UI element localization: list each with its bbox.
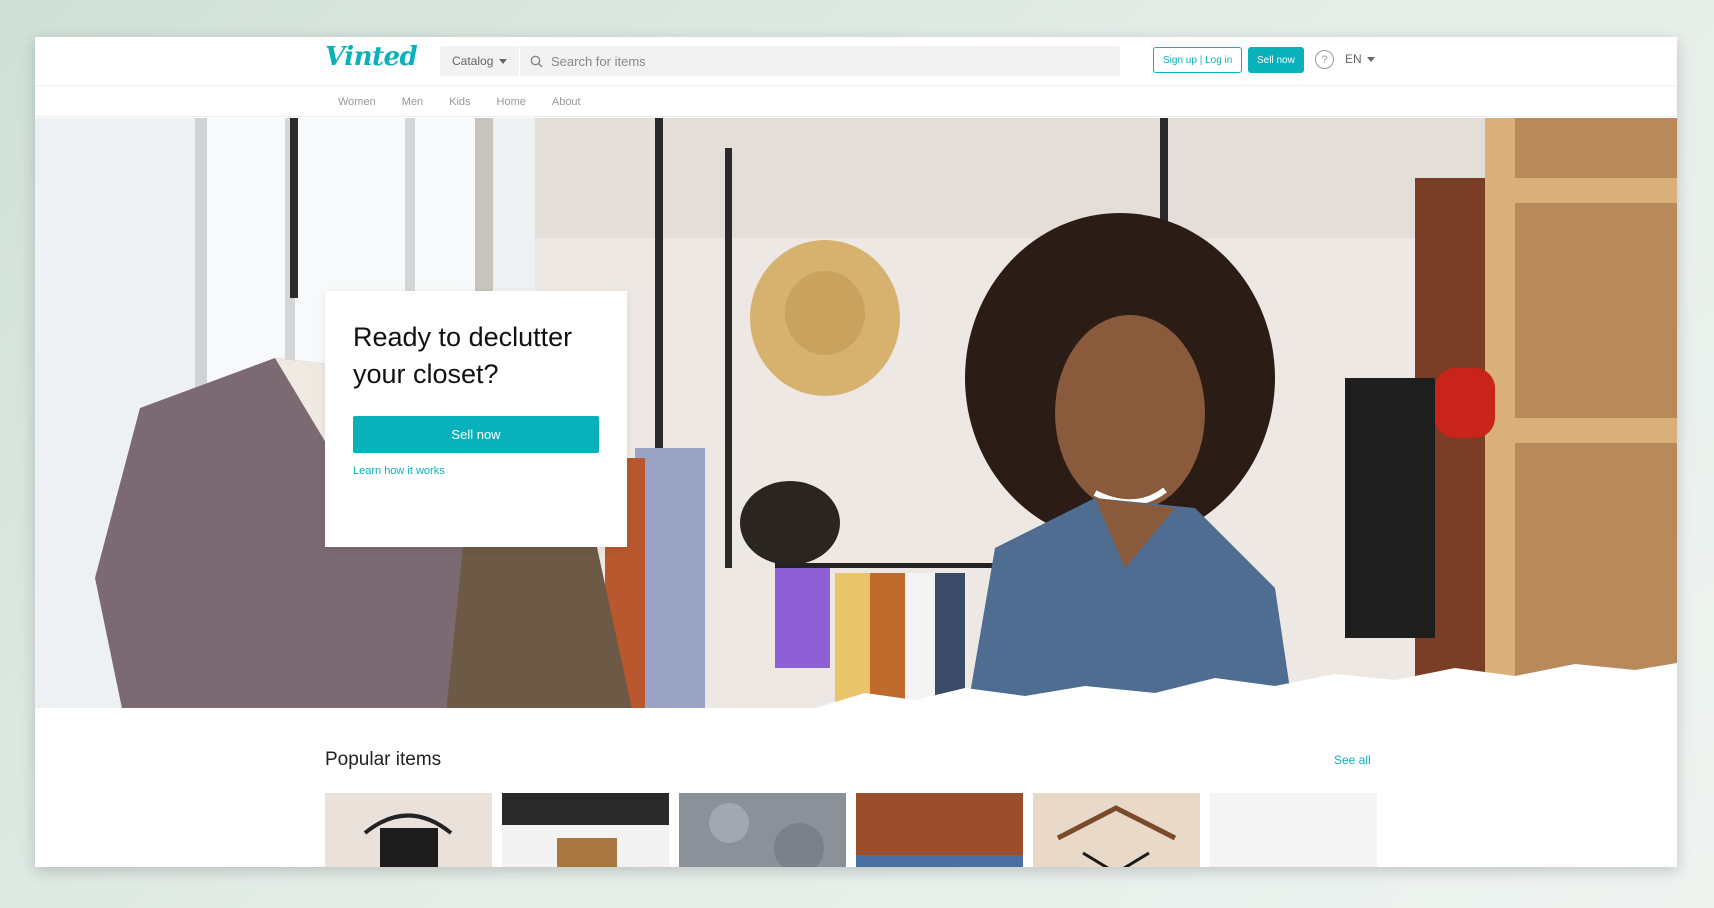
catalog-dropdown[interactable]: Catalog [440, 46, 520, 76]
item-thumbnail [325, 793, 492, 867]
question-circle-icon[interactable]: ? [1315, 50, 1334, 69]
hero-title: Ready to declutter your closet? [353, 322, 573, 389]
see-all-link[interactable]: See all [1334, 753, 1371, 767]
site-header: Vinted Catalog Sign up | Log in Sell now… [35, 37, 1677, 85]
search-input[interactable] [551, 53, 1111, 69]
nav-item-home[interactable]: Home [484, 86, 539, 118]
signup-login-button[interactable]: Sign up | Log in [1153, 47, 1243, 73]
list-item[interactable] [679, 793, 846, 867]
sell-now-button[interactable]: Sell now [353, 416, 599, 453]
item-thumbnail [1033, 793, 1200, 867]
category-nav: Women Men Kids Home About [35, 85, 1677, 117]
catalog-label: Catalog [452, 54, 494, 68]
search-icon [530, 55, 543, 67]
popular-items-title: Popular items [325, 749, 442, 770]
hero-photo [35, 118, 1677, 723]
nav-item-men[interactable]: Men [389, 86, 436, 118]
search-bar[interactable] [520, 46, 1120, 76]
list-item[interactable] [1210, 793, 1377, 867]
nav-item-kids[interactable]: Kids [436, 86, 483, 118]
item-thumbnail [502, 793, 669, 867]
vinted-logo[interactable]: Vinted [325, 42, 418, 72]
item-thumbnail [1210, 793, 1377, 867]
item-thumbnail [856, 793, 1023, 867]
hero-banner: Ready to declutter your closet? Sell now… [35, 118, 1677, 723]
language-label: EN [1345, 52, 1362, 66]
learn-how-it-works-link[interactable]: Learn how it works [353, 465, 599, 477]
nav-item-about[interactable]: About [539, 86, 594, 118]
chevron-down-icon [1366, 56, 1375, 62]
list-item[interactable] [1033, 793, 1200, 867]
popular-items-list [325, 793, 1377, 867]
list-item[interactable] [502, 793, 669, 867]
browser-window: Vinted Catalog Sign up | Log in Sell now… [35, 37, 1677, 867]
nav-item-women[interactable]: Women [325, 86, 389, 118]
list-item[interactable] [856, 793, 1023, 867]
language-selector[interactable]: EN [1345, 52, 1375, 66]
hero-card: Ready to declutter your closet? Sell now… [325, 291, 627, 547]
item-thumbnail [679, 793, 846, 867]
sell-now-header-button[interactable]: Sell now [1248, 47, 1304, 73]
chevron-down-icon [499, 58, 508, 64]
list-item[interactable] [325, 793, 492, 867]
